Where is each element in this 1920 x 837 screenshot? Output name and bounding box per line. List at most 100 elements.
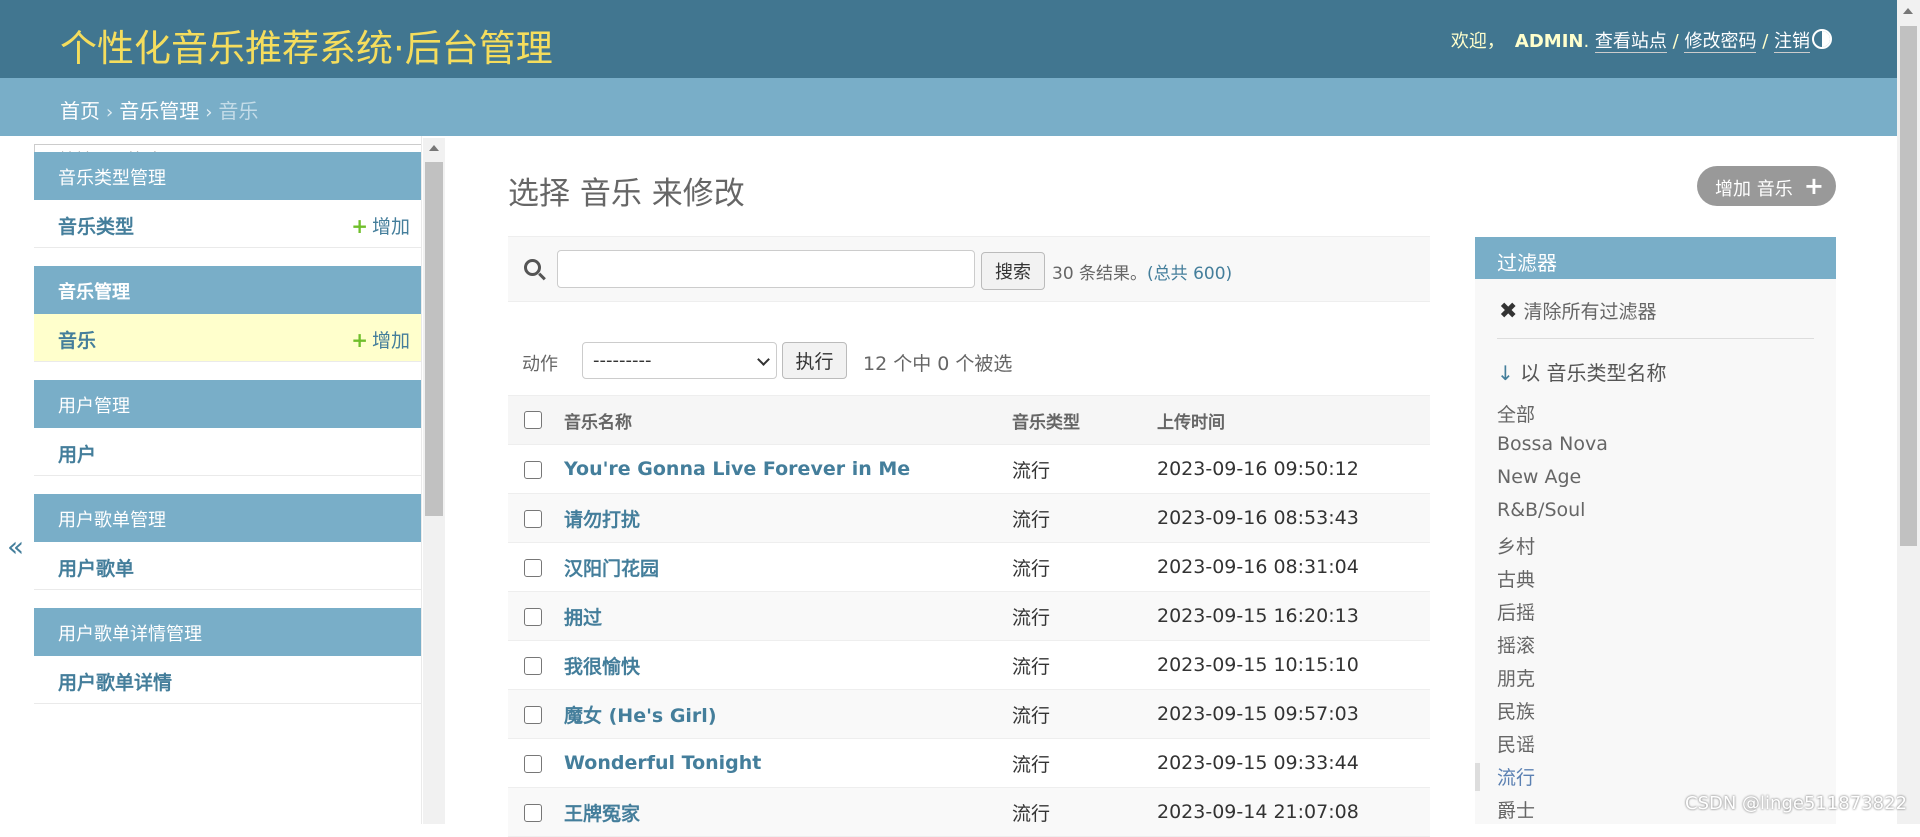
- separator: /: [1762, 31, 1769, 52]
- music-name-link[interactable]: 魔女 (He's Girl): [564, 705, 717, 727]
- go-button[interactable]: 执行: [782, 342, 847, 379]
- sidebar-item-music[interactable]: 音乐 + 增加: [34, 314, 421, 362]
- model-link[interactable]: 用户歌单: [58, 558, 134, 580]
- filter-option[interactable]: 民族: [1497, 697, 1608, 730]
- filter-option[interactable]: New Age: [1497, 466, 1608, 499]
- logout-link[interactable]: 注销: [1774, 31, 1810, 53]
- upload-time-cell: 2023-09-15 16:20:13: [1157, 591, 1430, 641]
- model-link[interactable]: 音乐: [58, 330, 96, 352]
- table-row: 请勿打扰 流行 2023-09-16 08:53:43: [508, 493, 1430, 543]
- change-password-link[interactable]: 修改密码: [1684, 31, 1757, 53]
- music-name-link[interactable]: 汉阳门花园: [564, 558, 659, 580]
- result-table: 音乐名称 音乐类型 上传时间 You're Gonna Live Forever…: [508, 395, 1430, 837]
- music-name-link[interactable]: You're Gonna Live Forever in Me: [564, 458, 910, 480]
- row-checkbox[interactable]: [524, 754, 542, 773]
- column-header-name[interactable]: 音乐名称: [564, 395, 1012, 445]
- sidebar-scrollbar[interactable]: [423, 138, 445, 824]
- add-link[interactable]: + 增加: [351, 326, 410, 353]
- upload-time-cell: 2023-09-15 10:15:10: [1157, 640, 1430, 690]
- music-name-link[interactable]: 王牌冤家: [564, 803, 640, 825]
- music-name-link[interactable]: 我很愉快: [564, 656, 640, 678]
- music-name-link[interactable]: 拥过: [564, 607, 602, 629]
- site-title[interactable]: 个性化音乐推荐系统·后台管理: [60, 18, 553, 72]
- model-link[interactable]: 用户: [58, 444, 96, 466]
- app-caption-music-type[interactable]: 音乐类型管理: [34, 152, 421, 200]
- arrow-down-icon: ↓: [1497, 361, 1514, 385]
- search-toolbar: 搜索 30 条结果。(总共 600): [508, 236, 1430, 302]
- filter-option[interactable]: 朋克: [1497, 664, 1608, 697]
- select-all-checkbox[interactable]: [524, 411, 542, 429]
- theme-toggle-icon[interactable]: [1812, 29, 1832, 49]
- table-row: 汉阳门花园 流行 2023-09-16 08:31:04: [508, 542, 1430, 592]
- row-checkbox[interactable]: [524, 803, 542, 822]
- row-checkbox[interactable]: [524, 558, 542, 577]
- upload-time-cell: 2023-09-14 21:07:08: [1157, 787, 1430, 837]
- add-link[interactable]: + 增加: [351, 212, 410, 239]
- app-caption-music[interactable]: 音乐管理: [34, 266, 421, 314]
- filter-option[interactable]: 古典: [1497, 565, 1608, 598]
- filter-option[interactable]: 全部: [1497, 400, 1608, 433]
- filter-option[interactable]: 爵士: [1497, 796, 1608, 829]
- clear-filters-link[interactable]: ✖ 清除所有过滤器: [1499, 297, 1656, 324]
- row-checkbox[interactable]: [524, 705, 542, 724]
- page-title: 选择 音乐 来修改: [508, 176, 745, 212]
- table-row: Wonderful Tonight 流行 2023-09-15 09:33:44: [508, 738, 1430, 788]
- row-checkbox[interactable]: [524, 656, 542, 675]
- filter-option[interactable]: 民谣: [1497, 730, 1608, 763]
- select-all-cell: [508, 395, 564, 445]
- filter-option[interactable]: 乡村: [1497, 532, 1608, 565]
- page-scrollbar[interactable]: [1897, 0, 1920, 824]
- total-count-link[interactable]: (总共 600): [1147, 264, 1232, 284]
- model-link[interactable]: 音乐类型: [58, 216, 134, 238]
- scroll-thumb[interactable]: [425, 162, 443, 516]
- filter-option[interactable]: Bossa Nova: [1497, 433, 1608, 466]
- column-header-time[interactable]: 上传时间: [1157, 395, 1430, 445]
- music-type-cell: 流行: [1012, 738, 1157, 788]
- row-checkbox[interactable]: [524, 509, 542, 528]
- row-checkbox[interactable]: [524, 460, 542, 479]
- sidebar-item-playlist-detail[interactable]: 用户歌单详情: [34, 656, 421, 704]
- scroll-up-icon[interactable]: [429, 145, 439, 151]
- table-row: 拥过 流行 2023-09-15 16:20:13: [508, 591, 1430, 641]
- app-caption-user[interactable]: 用户管理: [34, 380, 421, 428]
- toggle-nav-sidebar-icon[interactable]: «: [7, 530, 24, 563]
- music-name-link[interactable]: 请勿打扰: [564, 509, 640, 531]
- model-link[interactable]: 用户歌单详情: [58, 672, 172, 694]
- separator: /: [1672, 31, 1679, 52]
- filter-option[interactable]: 后摇: [1497, 598, 1608, 631]
- filter-option[interactable]: R&B/Soul: [1497, 499, 1608, 532]
- filter-option[interactable]: 摇滚: [1497, 631, 1608, 664]
- watermark: CSDN @linge511873822: [1685, 793, 1908, 814]
- breadcrumb-app[interactable]: 音乐管理: [119, 99, 199, 123]
- action-selected-value: ---------: [593, 350, 652, 371]
- music-type-cell: 流行: [1012, 787, 1157, 837]
- search-button[interactable]: 搜索: [981, 252, 1045, 290]
- breadcrumb-separator: ›: [106, 102, 114, 123]
- sidebar-item-playlist[interactable]: 用户歌单: [34, 542, 421, 590]
- close-icon: ✖: [1499, 299, 1518, 324]
- filter-option-selected[interactable]: 流行: [1497, 763, 1608, 796]
- sidebar-item-user[interactable]: 用户: [34, 428, 421, 476]
- search-input[interactable]: [557, 250, 975, 288]
- add-music-button[interactable]: 增加 音乐 +: [1697, 166, 1836, 206]
- chevron-down-icon: [757, 353, 770, 366]
- music-name-link[interactable]: Wonderful Tonight: [564, 752, 761, 774]
- row-checkbox[interactable]: [524, 607, 542, 626]
- app-caption-playlist[interactable]: 用户歌单管理: [34, 494, 421, 542]
- view-site-link[interactable]: 查看站点: [1594, 31, 1667, 53]
- column-header-type[interactable]: 音乐类型: [1012, 395, 1157, 445]
- filter-title: 过滤器: [1475, 237, 1836, 279]
- scroll-thumb[interactable]: [1900, 26, 1917, 546]
- actions-bar: 动作 --------- 执行 12 个中 0 个被选: [508, 338, 1430, 384]
- sidebar-item-music-type[interactable]: 音乐类型 + 增加: [34, 200, 421, 248]
- result-count: 30 条结果。(总共 600): [1052, 259, 1232, 284]
- scroll-up-icon[interactable]: [1903, 8, 1913, 14]
- filter-heading-label: 以 音乐类型名称: [1520, 361, 1667, 385]
- action-select[interactable]: ---------: [582, 342, 777, 379]
- app-caption-playlist-detail[interactable]: 用户歌单详情管理: [34, 608, 421, 656]
- filter-heading[interactable]: ↓ 以 音乐类型名称: [1497, 357, 1666, 386]
- music-type-cell: 流行: [1012, 542, 1157, 592]
- divider: [1497, 338, 1814, 339]
- add-music-label: 增加 音乐: [1715, 179, 1793, 200]
- breadcrumb-home[interactable]: 首页: [60, 99, 100, 123]
